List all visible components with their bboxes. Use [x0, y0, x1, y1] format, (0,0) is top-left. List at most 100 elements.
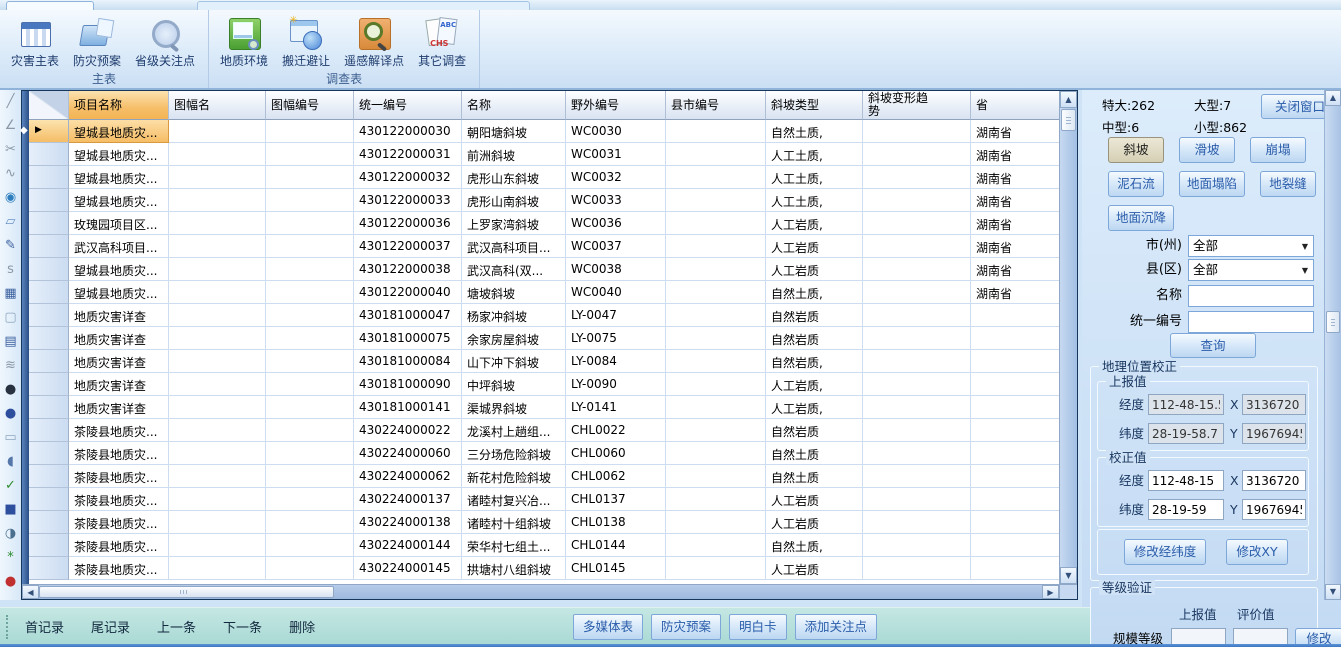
cell-省[interactable]: 湖南省 [971, 143, 1059, 166]
cell-项目名称[interactable]: 茶陵县地质灾... [69, 511, 169, 534]
cell-统一编号[interactable]: 430122000040 [354, 281, 462, 304]
cell-图幅名[interactable] [169, 189, 266, 212]
cell-县市编号[interactable] [666, 350, 766, 373]
cell-项目名称[interactable]: 茶陵县地质灾... [69, 534, 169, 557]
cell-野外编号[interactable]: CHL0145 [566, 557, 666, 580]
row-selector[interactable] [29, 281, 69, 304]
cell-名称[interactable]: 诸睦村十组斜坡 [462, 511, 566, 534]
cell-图幅编号[interactable] [266, 189, 354, 212]
cell-斜坡类型[interactable]: 人工土质, [766, 189, 863, 212]
nav-上一条[interactable]: 上一条 [157, 617, 196, 636]
panel-scroll-track[interactable] [1325, 334, 1341, 584]
cell-图幅编号[interactable] [266, 304, 354, 327]
cell-图幅名[interactable] [169, 488, 266, 511]
cell-统一编号[interactable]: 430224000062 [354, 465, 462, 488]
cell-斜坡类型[interactable]: 人工土质, [766, 166, 863, 189]
cell-斜坡变形趋势[interactable] [863, 534, 971, 557]
book-icon[interactable]: ▭ [2, 427, 20, 451]
cell-项目名称[interactable]: 武汉高科项目... [69, 235, 169, 258]
grid-table-icon[interactable]: ▦ [2, 283, 20, 307]
city-select[interactable]: 全部▼ [1188, 235, 1314, 257]
relocation-avoidance-button[interactable]: ✳搬迁避让 [275, 13, 337, 69]
scroll-down-arrow[interactable]: ▼ [1060, 567, 1077, 584]
cell-图幅名[interactable] [169, 350, 266, 373]
cell-项目名称[interactable]: 茶陵县地质灾... [69, 442, 169, 465]
cell-野外编号[interactable]: WC0037 [566, 235, 666, 258]
cell-名称[interactable]: 余家房屋斜坡 [462, 327, 566, 350]
cell-省[interactable] [971, 442, 1059, 465]
cell-斜坡变形趋势[interactable] [863, 419, 971, 442]
cell-名称[interactable]: 渠城界斜坡 [462, 396, 566, 419]
cell-图幅编号[interactable] [266, 373, 354, 396]
cell-项目名称[interactable]: 地质灾害详查 [69, 396, 169, 419]
cell-名称[interactable]: 塘坡斜坡 [462, 281, 566, 304]
cell-斜坡类型[interactable]: 人工岩质 [766, 557, 863, 580]
cell-图幅名[interactable] [169, 166, 266, 189]
cell-图幅名[interactable] [169, 465, 266, 488]
cell-名称[interactable]: 武汉高科(双... [462, 258, 566, 281]
table-row[interactable]: 地质灾害详查430181000084山下冲下斜坡LY-0084自然岩质, [29, 350, 1059, 373]
grid-corner-cell[interactable] [29, 91, 69, 120]
panel-scroll-thumb[interactable] [1326, 311, 1340, 333]
type-button-斜坡[interactable]: 斜坡 [1108, 137, 1164, 163]
cell-图幅名[interactable] [169, 442, 266, 465]
cell-统一编号[interactable]: 430181000141 [354, 396, 462, 419]
other-survey-button[interactable]: CHSABC其它调查 [411, 13, 473, 69]
row-selector[interactable] [29, 373, 69, 396]
cell-野外编号[interactable]: WC0033 [566, 189, 666, 212]
column-header-5[interactable]: 野外编号 [566, 91, 666, 120]
record-icon[interactable]: ● [2, 571, 20, 595]
province-focus-points-button[interactable]: 省级关注点 [128, 13, 202, 69]
vertical-scroll-thumb[interactable] [1061, 109, 1076, 131]
cell-项目名称[interactable]: 望城县地质灾... [69, 120, 169, 143]
cell-县市编号[interactable] [666, 120, 766, 143]
panel-vertical-scrollbar[interactable]: ▲ ▼ [1324, 90, 1341, 600]
cell-斜坡变形趋势[interactable] [863, 166, 971, 189]
table-row[interactable]: 茶陵县地质灾...430224000062新花村危险斜坡CHL0062自然土质 [29, 465, 1059, 488]
table-row[interactable]: 玫瑰园项目区...430122000036上罗家湾斜坡WC0036人工岩质,湖南… [29, 212, 1059, 235]
cell-县市编号[interactable] [666, 534, 766, 557]
table-row[interactable]: 地质灾害详查430181000141渠城界斜坡LY-0141人工岩质, [29, 396, 1059, 419]
cell-图幅编号[interactable] [266, 511, 354, 534]
column-header-1[interactable]: 图幅名 [169, 91, 266, 120]
row-selector[interactable]: ▶ [29, 120, 69, 143]
cell-省[interactable] [971, 304, 1059, 327]
cell-名称[interactable]: 新花村危险斜坡 [462, 465, 566, 488]
cell-斜坡变形趋势[interactable] [863, 465, 971, 488]
cell-省[interactable] [971, 511, 1059, 534]
globe-icon[interactable]: ◉ [2, 187, 20, 211]
cell-项目名称[interactable]: 地质灾害详查 [69, 327, 169, 350]
cell-斜坡变形趋势[interactable] [863, 258, 971, 281]
cell-图幅编号[interactable] [266, 557, 354, 580]
cell-县市编号[interactable] [666, 189, 766, 212]
page-edit-icon[interactable]: ▱ [2, 211, 20, 235]
cell-斜坡类型[interactable]: 自然土质 [766, 465, 863, 488]
cell-斜坡变形趋势[interactable] [863, 143, 971, 166]
cell-斜坡变形趋势[interactable] [863, 327, 971, 350]
cell-斜坡变形趋势[interactable] [863, 350, 971, 373]
cell-斜坡变形趋势[interactable] [863, 442, 971, 465]
cell-斜坡变形趋势[interactable] [863, 488, 971, 511]
cell-统一编号[interactable]: 430181000075 [354, 327, 462, 350]
cell-省[interactable]: 湖南省 [971, 166, 1059, 189]
cell-名称[interactable]: 虎形山东斜坡 [462, 166, 566, 189]
cell-县市编号[interactable] [666, 511, 766, 534]
cell-统一编号[interactable]: 430122000033 [354, 189, 462, 212]
cell-野外编号[interactable]: LY-0090 [566, 373, 666, 396]
row-selector[interactable] [29, 396, 69, 419]
cell-斜坡类型[interactable]: 人工土质, [766, 143, 863, 166]
cell-图幅编号[interactable] [266, 166, 354, 189]
cell-统一编号[interactable]: 430181000047 [354, 304, 462, 327]
table-row[interactable]: 茶陵县地质灾...430224000144荣华村七组土...CHL0144自然土… [29, 534, 1059, 557]
table-row[interactable]: 望城县地质灾...430122000031前洲斜坡WC0031人工土质,湖南省 [29, 143, 1059, 166]
scroll-right-arrow[interactable]: ▶ [1042, 585, 1059, 599]
type-button-滑坡[interactable]: 滑坡 [1179, 137, 1235, 163]
cell-项目名称[interactable]: 地质灾害详查 [69, 304, 169, 327]
table-row[interactable]: 武汉高科项目...430122000037武汉高科项目...WC0037人工岩质… [29, 235, 1059, 258]
cell-图幅编号[interactable] [266, 465, 354, 488]
sprout-icon[interactable]: * [2, 547, 20, 571]
cell-项目名称[interactable]: 茶陵县地质灾... [69, 488, 169, 511]
row-selector[interactable] [29, 212, 69, 235]
scroll-up-arrow[interactable]: ▲ [1325, 90, 1341, 106]
cell-统一编号[interactable]: 430224000060 [354, 442, 462, 465]
